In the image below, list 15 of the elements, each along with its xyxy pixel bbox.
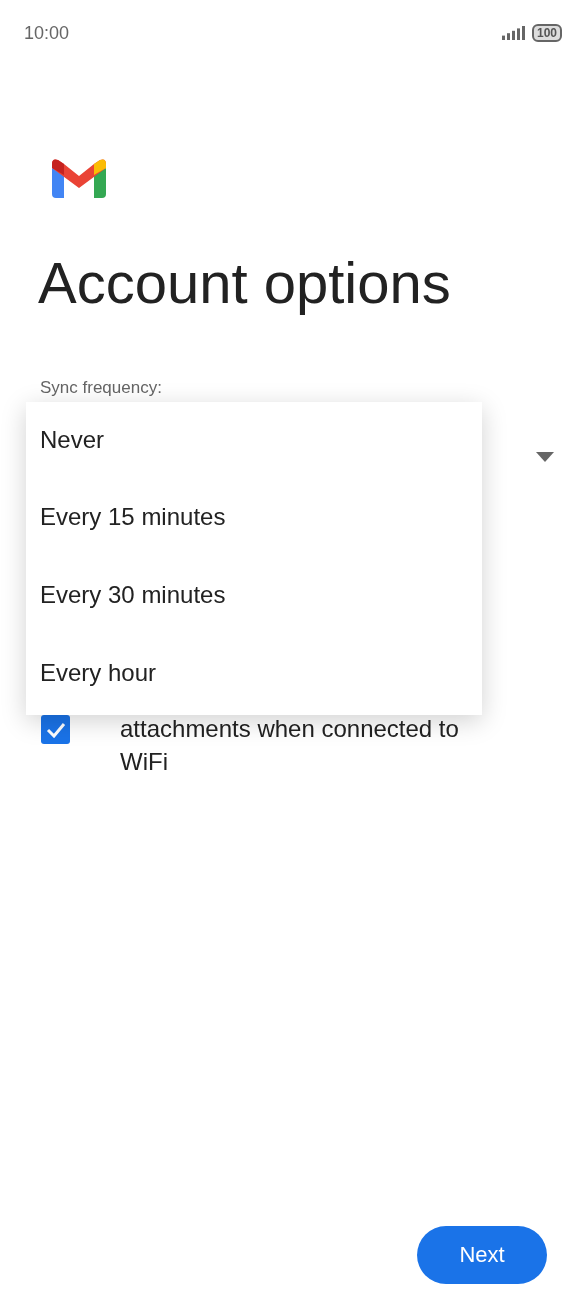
- field-label: Sync frequency:: [40, 378, 162, 398]
- dropdown-caret-icon[interactable]: [536, 452, 554, 462]
- clock: 10:00: [24, 22, 70, 44]
- option-label: attachments when connected to WiFi: [120, 714, 460, 777]
- page-title: Account options: [38, 249, 452, 317]
- menu-item[interactable]: Never: [26, 402, 482, 478]
- signal-icon: [501, 26, 526, 40]
- menu-item[interactable]: Every 15 minutes: [26, 478, 482, 556]
- next-button[interactable]: Next: [417, 1226, 547, 1284]
- battery-icon: 100: [531, 24, 562, 42]
- menu-item[interactable]: Every 30 minutes: [26, 556, 482, 634]
- menu-item[interactable]: Every hour: [26, 634, 482, 712]
- mail-logo: [52, 158, 106, 198]
- checkmark-icon: [45, 721, 66, 738]
- checkbox[interactable]: [41, 715, 70, 744]
